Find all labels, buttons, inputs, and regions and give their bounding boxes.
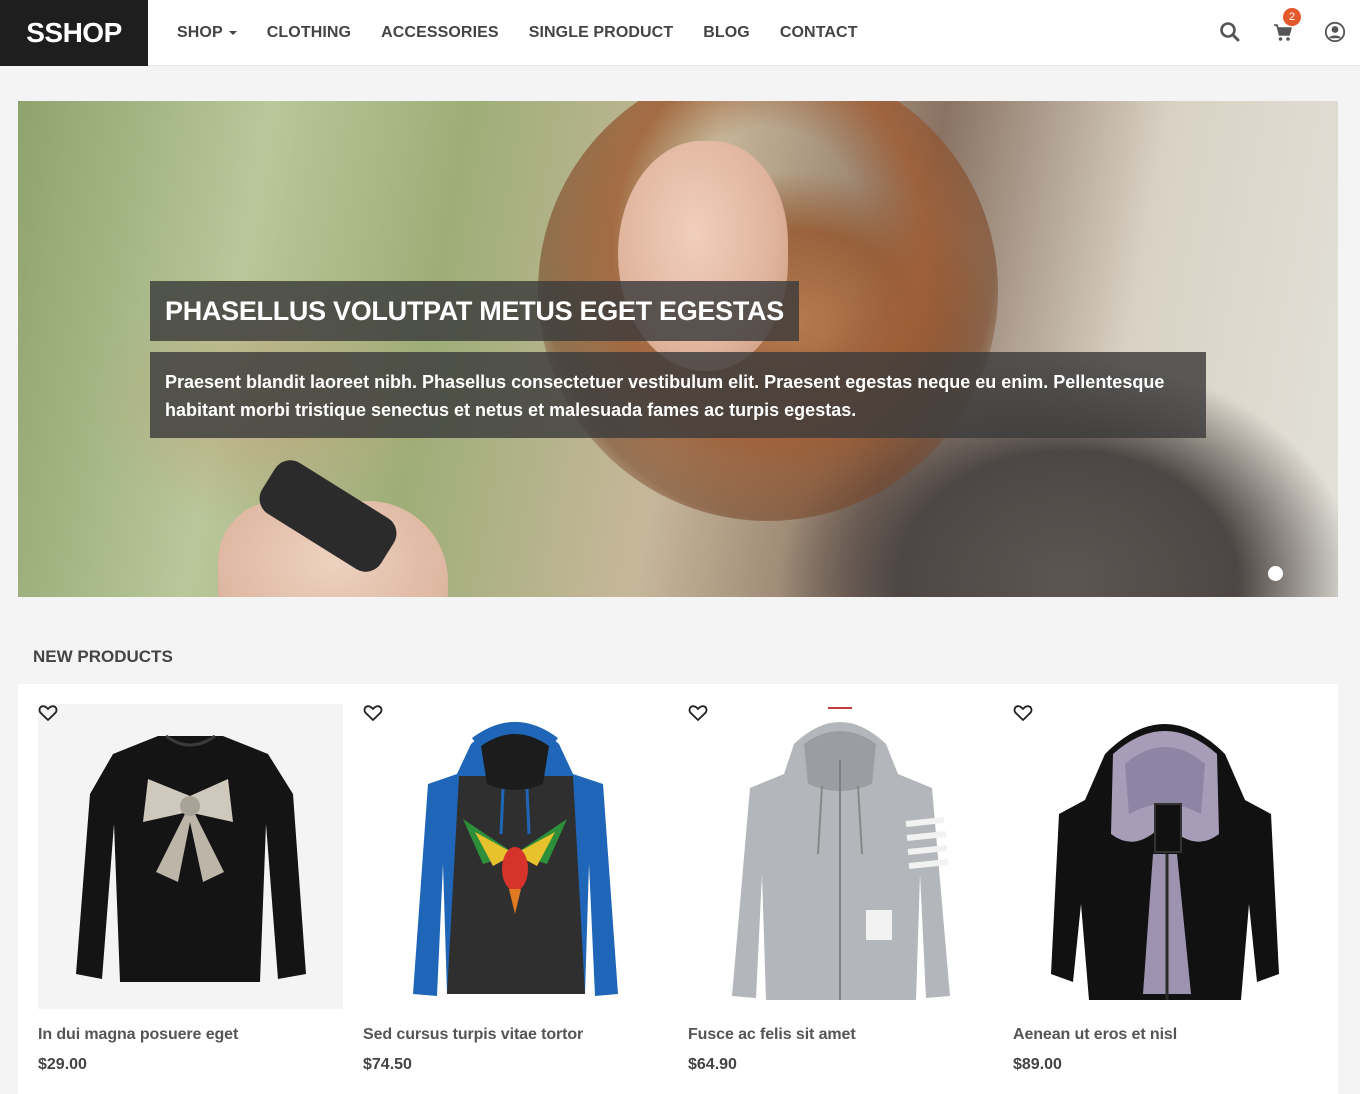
product-card[interactable]: In dui magna posuere eget $29.00 xyxy=(38,704,343,1074)
site-logo[interactable]: SSHOP xyxy=(0,0,148,66)
hero-description: Praesent blandit laoreet nibh. Phasellus… xyxy=(150,352,1206,438)
main-nav: SHOP CLOTHING ACCESSORIES SINGLE PRODUCT… xyxy=(177,0,888,66)
product-price: $64.90 xyxy=(688,1056,737,1073)
cart-count-badge: 2 xyxy=(1283,8,1301,26)
nav-item-blog[interactable]: BLOG xyxy=(703,24,750,42)
user-icon xyxy=(1324,21,1346,43)
product-card[interactable]: Fusce ac felis sit amet $64.90 xyxy=(688,704,993,1074)
section-title-new-products: NEW PRODUCTS xyxy=(33,647,173,666)
chevron-down-icon xyxy=(228,31,237,35)
nav-item-contact[interactable]: CONTACT xyxy=(780,24,858,42)
product-image[interactable] xyxy=(38,704,343,1009)
grey-zip-hoodie-image xyxy=(732,707,950,1000)
product-price: $74.50 xyxy=(363,1056,412,1073)
heart-icon[interactable] xyxy=(688,704,708,722)
nav-item-shop[interactable]: SHOP xyxy=(177,24,237,42)
site-header: SSHOP SHOP CLOTHING ACCESSORIES SINGLE P… xyxy=(0,0,1360,66)
heart-icon[interactable] xyxy=(1013,704,1033,722)
product-image[interactable] xyxy=(688,704,993,1009)
nav-item-accessories[interactable]: ACCESSORIES xyxy=(381,24,499,42)
product-name[interactable]: Aenean ut eros et nisl xyxy=(1013,1026,1318,1044)
product-name[interactable]: In dui magna posuere eget xyxy=(38,1026,343,1044)
product-card[interactable]: Aenean ut eros et nisl $89.00 xyxy=(1013,704,1318,1074)
product-name[interactable]: Sed cursus turpis vitae tortor xyxy=(363,1026,668,1044)
nav-item-clothing[interactable]: CLOTHING xyxy=(267,24,351,42)
product-price: $89.00 xyxy=(1013,1056,1062,1073)
nav-item-single-product[interactable]: SINGLE PRODUCT xyxy=(529,24,674,42)
product-image[interactable] xyxy=(363,704,668,1009)
heart-icon[interactable] xyxy=(363,704,383,722)
product-grid: In dui magna posuere eget $29.00 Sed cur… xyxy=(18,684,1338,1094)
product-price: $29.00 xyxy=(38,1056,87,1073)
search-icon xyxy=(1220,22,1240,42)
fleece-jacket-image xyxy=(1051,724,1279,1000)
account-button[interactable] xyxy=(1321,18,1349,46)
product-name[interactable]: Fusce ac felis sit amet xyxy=(688,1026,993,1044)
nav-item-label: SHOP xyxy=(177,24,223,41)
black-sweater-image xyxy=(76,734,306,982)
heart-icon[interactable] xyxy=(38,704,58,722)
hero-title: PHASELLUS VOLUTPAT METUS EGET EGESTAS xyxy=(150,281,799,341)
blue-hoodie-image xyxy=(413,722,618,996)
product-card[interactable]: Sed cursus turpis vitae tortor $74.50 xyxy=(363,704,668,1074)
hero-slider[interactable]: PHASELLUS VOLUTPAT METUS EGET EGESTAS Pr… xyxy=(18,101,1338,597)
search-button[interactable] xyxy=(1216,18,1244,46)
slider-dot-active[interactable] xyxy=(1268,566,1283,581)
product-image[interactable] xyxy=(1013,704,1318,1009)
